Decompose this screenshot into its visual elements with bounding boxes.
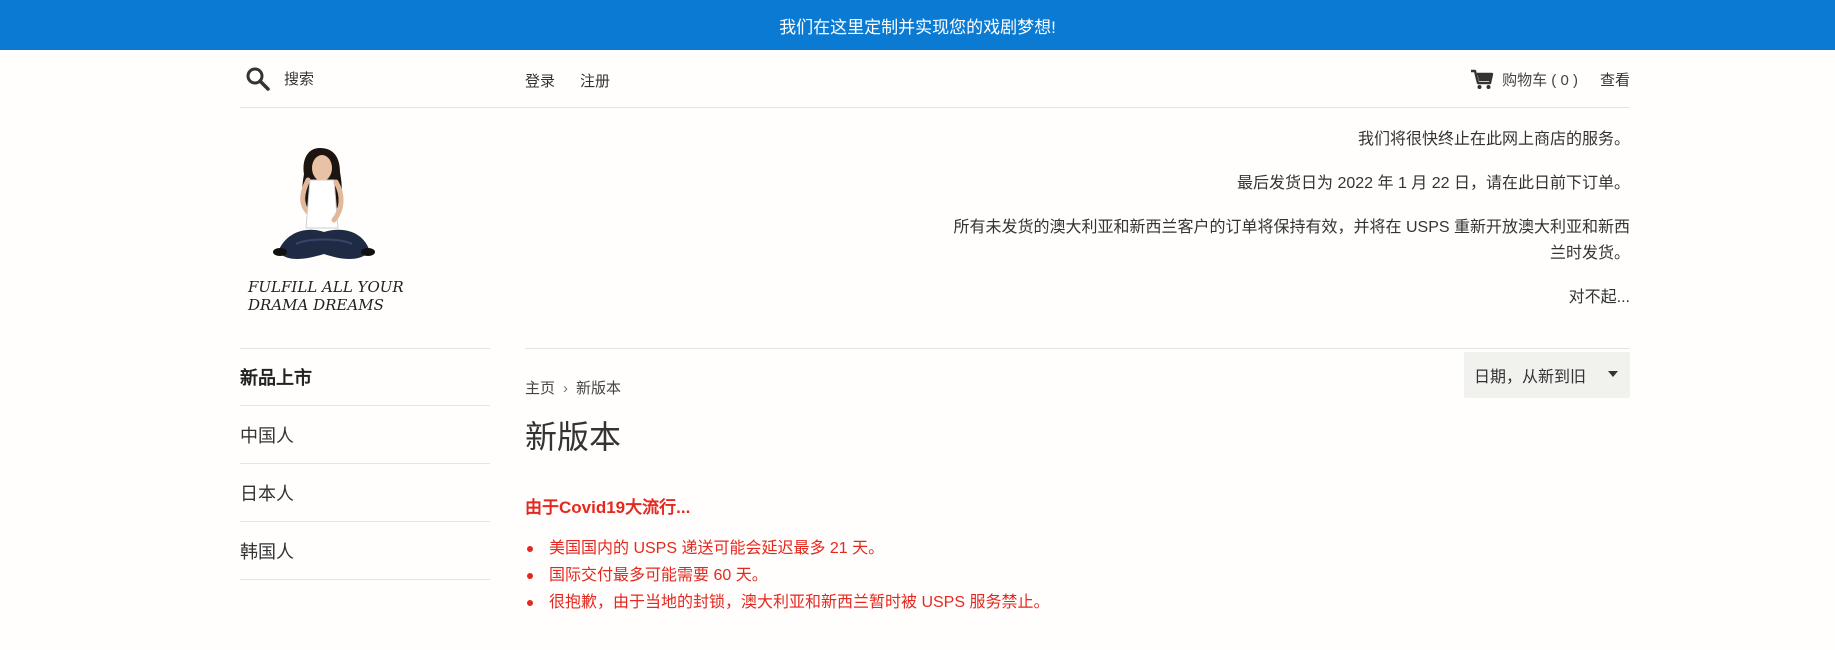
sidebar-item-japanese[interactable]: 日本人 xyxy=(240,464,490,522)
sidebar-item-chinese[interactable]: 中国人 xyxy=(240,406,490,464)
chevron-down-icon xyxy=(1608,371,1618,377)
breadcrumb: 主页 › 新版本 xyxy=(525,377,621,398)
shopping-cart-icon[interactable] xyxy=(1470,68,1494,90)
sort-select[interactable]: 日期，从新到旧 xyxy=(1464,352,1630,398)
breadcrumb-current: 新版本 xyxy=(576,380,622,397)
cart-count-link[interactable]: 购物车 ( 0 ) xyxy=(1502,69,1578,90)
login-link[interactable]: 登录 xyxy=(525,70,555,91)
logo-text-line1: FULFILL ALL YOUR xyxy=(247,278,404,296)
sidebar-item-label: 中国人 xyxy=(240,425,294,446)
notice-paragraph: 最后发货日为 2022 年 1 月 22 日，请在此日前下订单。 xyxy=(1237,175,1630,192)
breadcrumb-home-link[interactable]: 主页 xyxy=(525,380,555,397)
list-item: 很抱歉，由于当地的封锁，澳大利亚和新西兰暂时被 USPS 服务禁止。 xyxy=(525,589,1049,616)
sidebar-item-label: 新品上市 xyxy=(240,367,312,388)
cart-view-link[interactable]: 查看 xyxy=(1600,69,1630,90)
sidebar-item-korean[interactable]: 韩国人 xyxy=(240,522,490,580)
sidebar-nav: 新品上市 中国人 日本人 韩国人 xyxy=(240,348,490,580)
search-input[interactable] xyxy=(284,64,504,94)
store-logo[interactable]: FULFILL ALL YOUR DRAMA DREAMS xyxy=(242,140,410,322)
main-divider xyxy=(525,348,1630,349)
covid-notice-title: 由于Covid19大流行... xyxy=(525,498,691,517)
notice-paragraph: 所有未发货的澳大利亚和新西兰客户的订单将保持有效，并将在 USPS 重新开放澳大… xyxy=(953,219,1630,262)
sidebar-item-new-arrivals[interactable]: 新品上市 xyxy=(240,348,490,406)
logo-text-line2: DRAMA DREAMS xyxy=(247,296,384,314)
page-title: 新版本 xyxy=(525,418,622,456)
notice-paragraph: 我们将很快终止在此网上商店的服务。 xyxy=(1357,131,1630,148)
list-item: 国际交付最多可能需要 60 天。 xyxy=(525,562,1049,589)
sidebar-item-label: 韩国人 xyxy=(240,541,294,562)
store-notices: 我们将很快终止在此网上商店的服务。 最后发货日为 2022 年 1 月 22 日… xyxy=(910,127,1630,329)
notice-paragraph: 对不起... xyxy=(1568,289,1630,306)
announcement-bar: 我们在这里定制并实现您的戏剧梦想! xyxy=(0,0,1835,50)
announcement-text: 我们在这里定制并实现您的戏剧梦想! xyxy=(779,17,1056,37)
page-container: 登录 注册 购物车 ( 0 ) 查看 FULFILL ALL Y xyxy=(240,50,1630,650)
breadcrumb-separator: › xyxy=(563,380,569,397)
sidebar-item-label: 日本人 xyxy=(240,483,294,504)
sort-selected-value: 日期，从新到旧 xyxy=(1474,369,1587,386)
covid-notice-list: 美国国内的 USPS 递送可能会延迟最多 21 天。 国际交付最多可能需要 60… xyxy=(525,535,1049,616)
register-link[interactable]: 注册 xyxy=(580,70,610,91)
list-item: 美国国内的 USPS 递送可能会延迟最多 21 天。 xyxy=(525,535,1049,562)
site-header: 登录 注册 购物车 ( 0 ) 查看 xyxy=(240,50,1630,108)
cart: 购物车 ( 0 ) 查看 xyxy=(1470,68,1630,90)
search-icon[interactable] xyxy=(245,66,271,92)
